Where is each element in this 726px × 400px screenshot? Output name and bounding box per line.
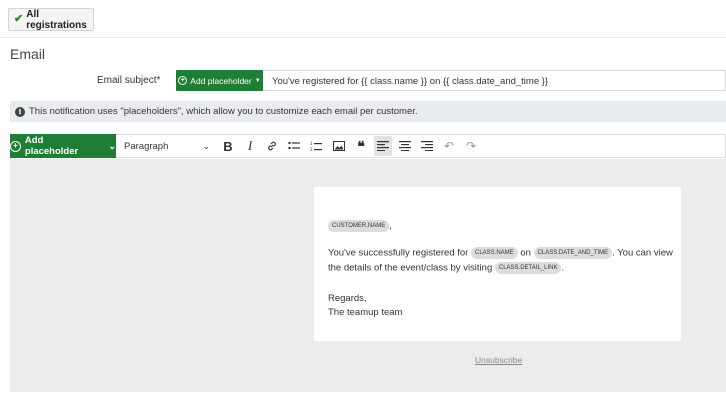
format-select[interactable]: Paragraph ⌄	[124, 139, 210, 153]
align-center-icon[interactable]	[396, 136, 414, 156]
greeting-suffix: ,	[389, 220, 392, 232]
regards-text: Regards,	[328, 293, 367, 304]
email-subject-value: You've registered for {{ class.name }} o…	[272, 76, 549, 87]
align-right-icon[interactable]	[418, 136, 436, 156]
all-registrations-label: All registrations	[26, 8, 87, 31]
all-registrations-button[interactable]: ✔ All registrations	[8, 8, 94, 31]
info-icon: i	[15, 106, 25, 117]
numbered-list-icon[interactable]: 12	[307, 136, 325, 156]
quote-icon[interactable]: ❝	[352, 136, 370, 156]
image-icon[interactable]	[330, 136, 348, 156]
email-preview-card[interactable]: CUSTOMER.NAME, You've successfully regis…	[314, 187, 681, 341]
format-select-value: Paragraph	[124, 140, 169, 152]
subject-add-placeholder-button[interactable]: + Add placeholder ▼	[176, 70, 263, 91]
notice-text: This notification uses "placeholders", w…	[29, 106, 418, 117]
chevron-down-icon: ⌄	[202, 140, 210, 151]
link-icon[interactable]	[263, 136, 281, 156]
caret-down-icon: ▼	[254, 77, 261, 84]
body-text: .	[561, 262, 565, 274]
placeholder-tag[interactable]: CLASS.DATE_AND_TIME	[533, 247, 613, 259]
placeholder-tag[interactable]: CLASS.DETAIL_LINK	[494, 262, 562, 274]
editor-add-placeholder-button[interactable]: + Add placeholder ⌄	[10, 134, 116, 158]
body-text: . You can view	[612, 247, 673, 259]
subject-add-placeholder-label: Add placeholder	[190, 75, 252, 86]
align-left-icon[interactable]	[374, 136, 392, 156]
plus-circle-icon: +	[178, 76, 188, 85]
editor-add-placeholder-label: Add placeholder	[24, 135, 79, 157]
divider	[0, 37, 726, 38]
greeting-line: CUSTOMER.NAME,	[328, 220, 392, 232]
unsubscribe-link[interactable]: Unsubscribe	[475, 355, 522, 365]
italic-icon[interactable]: I	[241, 136, 259, 156]
body-text: on	[520, 247, 531, 259]
checkmark-icon: ✔	[14, 13, 24, 25]
section-title: Email	[10, 46, 46, 62]
placeholder-tag[interactable]: CLASS.NAME	[470, 247, 518, 259]
body-text: You've successfully registered for	[328, 247, 469, 259]
body-text: the details of the event/class by visiti…	[328, 262, 493, 274]
chevron-down-icon: ⌄	[108, 140, 116, 151]
signature-text: The teamup team	[328, 307, 403, 318]
email-subject-label: Email subject*	[97, 75, 161, 86]
plus-circle-icon: +	[10, 140, 21, 152]
placeholder-tag[interactable]: CUSTOMER.NAME	[328, 220, 390, 232]
email-subject-input[interactable]: You've registered for {{ class.name }} o…	[263, 70, 726, 91]
svg-text:1: 1	[310, 141, 313, 146]
bold-icon[interactable]: B	[219, 136, 237, 156]
body-line-2: the details of the event/class by visiti…	[328, 262, 564, 274]
redo-icon[interactable]: ↷	[462, 136, 480, 156]
undo-icon[interactable]: ↶	[440, 136, 458, 156]
svg-text:2: 2	[310, 147, 313, 152]
bullet-list-icon[interactable]	[285, 136, 303, 156]
body-line-1: You've successfully registered for CLASS…	[328, 247, 673, 259]
placeholder-notice: i This notification uses "placeholders",…	[10, 101, 726, 122]
